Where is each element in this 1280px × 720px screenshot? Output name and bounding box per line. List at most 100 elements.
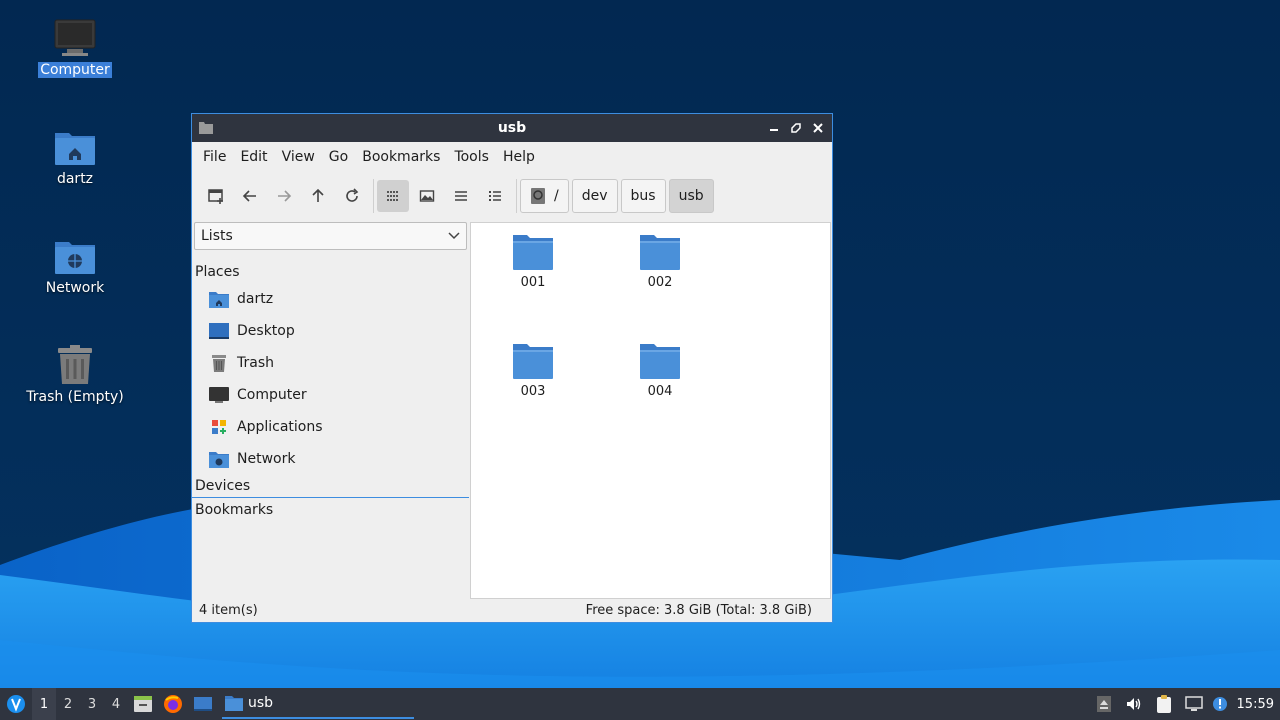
tray-volume[interactable]	[1119, 696, 1149, 712]
sidebar-item-desktop[interactable]: Desktop	[192, 315, 469, 347]
workspace-2[interactable]: 2	[56, 688, 80, 720]
sidebar-item-label: Computer	[237, 387, 307, 403]
back-icon	[242, 190, 256, 202]
compact-view-icon	[455, 191, 467, 201]
new-tab-button[interactable]	[200, 180, 232, 212]
show-desktop-icon	[194, 697, 212, 711]
folder-label: 001	[520, 275, 546, 290]
up-button[interactable]	[302, 180, 334, 212]
bookmarks-header[interactable]: Bookmarks	[192, 498, 469, 521]
places-header[interactable]: Places	[192, 260, 469, 283]
menu-bookmarks[interactable]: Bookmarks	[355, 145, 447, 169]
menu-view[interactable]: View	[275, 145, 322, 169]
item-count: 4 item(s)	[199, 602, 258, 618]
folder-label: 004	[647, 384, 673, 399]
menu-edit[interactable]: Edit	[233, 145, 274, 169]
toolbar-separator	[516, 179, 517, 213]
clipboard-icon	[1156, 695, 1171, 713]
free-space: Free space: 3.8 GiB (Total: 3.8 GiB)	[585, 602, 812, 618]
folder-item[interactable]: 001	[483, 233, 583, 290]
menu-go[interactable]: Go	[322, 145, 355, 169]
clock[interactable]: 15:59	[1231, 697, 1280, 712]
menu-tools[interactable]: Tools	[447, 145, 496, 169]
side-pane-mode-select[interactable]: Lists	[194, 222, 467, 250]
folder-icon	[199, 122, 213, 134]
menu-file[interactable]: File	[196, 145, 233, 169]
task-button-usb[interactable]: usb	[222, 689, 414, 719]
reload-icon	[346, 188, 359, 202]
applications-icon	[212, 420, 226, 434]
workspace-3[interactable]: 3	[80, 688, 104, 720]
folder-icon	[513, 344, 553, 379]
desktop-icon-trash[interactable]: Trash (Empty)	[15, 345, 135, 405]
file-view[interactable]: 001 002 003 004	[470, 222, 831, 599]
desktop-icon-dartz[interactable]: dartz	[15, 127, 135, 187]
breadcrumb-dev[interactable]: dev	[571, 179, 618, 213]
folder-icon	[640, 235, 680, 270]
icon-view-icon	[387, 191, 398, 201]
folder-label: 002	[647, 275, 673, 290]
icon-view-button[interactable]	[377, 180, 409, 212]
tray-updates[interactable]	[1089, 695, 1119, 713]
tray-network[interactable]	[1179, 695, 1209, 713]
close-button[interactable]	[808, 118, 828, 138]
close-icon	[813, 123, 823, 133]
breadcrumb-label: /	[554, 188, 559, 204]
window-title: usb	[497, 120, 527, 136]
firefox-icon	[164, 695, 182, 713]
desktop-icon-network[interactable]: Network	[15, 236, 135, 296]
breadcrumb-root[interactable]: /	[520, 179, 569, 213]
sidebar-item-label: Trash	[237, 355, 274, 371]
tray-notification[interactable]	[1209, 696, 1231, 712]
compact-view-button[interactable]	[445, 180, 477, 212]
sidebar-item-computer[interactable]: Computer	[192, 379, 469, 411]
folder-icon	[225, 696, 243, 711]
breadcrumb-bus[interactable]: bus	[620, 179, 666, 213]
back-button[interactable]	[234, 180, 266, 212]
thumbnail-view-button[interactable]	[411, 180, 443, 212]
breadcrumb-usb[interactable]: usb	[668, 179, 714, 213]
folder-item[interactable]: 002	[610, 233, 710, 290]
reload-button[interactable]	[336, 180, 368, 212]
desktop-icon-label: Computer	[38, 62, 112, 78]
forward-icon	[278, 190, 292, 202]
status-bar: 4 item(s) Free space: 3.8 GiB (Total: 3.…	[192, 598, 832, 622]
home-folder-icon	[55, 133, 95, 165]
chevron-down-icon	[448, 232, 460, 240]
sidebar-item-applications[interactable]: Applications	[192, 411, 469, 443]
folder-item[interactable]: 004	[610, 342, 710, 399]
forward-button[interactable]	[268, 180, 300, 212]
tray-clipboard[interactable]	[1149, 694, 1179, 714]
network-status-icon	[1184, 696, 1203, 711]
detailed-list-icon	[489, 191, 501, 201]
desktop-icon-label: Network	[45, 280, 105, 296]
desktop-icon-label: dartz	[56, 171, 94, 187]
desktop-icon-computer[interactable]: Computer	[15, 18, 135, 78]
minimize-icon	[770, 129, 778, 131]
menubar: File Edit View Go Bookmarks Tools Help	[192, 142, 832, 172]
up-icon	[312, 188, 324, 202]
file-manager-window: usb File Edit View Go Bookmarks Tools He…	[191, 113, 833, 623]
workspace-1[interactable]: 1	[32, 688, 56, 720]
file-manager-launcher[interactable]	[128, 694, 158, 714]
sidebar-item-trash[interactable]: Trash	[192, 347, 469, 379]
show-desktop-launcher[interactable]	[188, 694, 218, 714]
menu-help[interactable]: Help	[496, 145, 542, 169]
workspace-4[interactable]: 4	[104, 688, 128, 720]
maximize-button[interactable]	[786, 118, 806, 138]
devices-header[interactable]: Devices	[192, 475, 469, 498]
computer-icon	[209, 387, 229, 403]
sidebar-item-dartz[interactable]: dartz	[192, 283, 469, 315]
start-menu-button[interactable]	[0, 688, 32, 720]
desktop-icon-label: Trash (Empty)	[26, 389, 124, 405]
desktop-icon	[209, 323, 229, 339]
firefox-launcher[interactable]	[158, 694, 188, 714]
detailed-list-button[interactable]	[479, 180, 511, 212]
sidebar-item-network[interactable]: Network	[192, 443, 469, 475]
volume-icon	[1126, 698, 1140, 710]
folder-item[interactable]: 003	[483, 342, 583, 399]
folder-icon	[640, 344, 680, 379]
minimize-button[interactable]	[764, 118, 784, 138]
sidebar-item-label: Applications	[237, 419, 323, 435]
window-titlebar[interactable]: usb	[192, 114, 832, 142]
